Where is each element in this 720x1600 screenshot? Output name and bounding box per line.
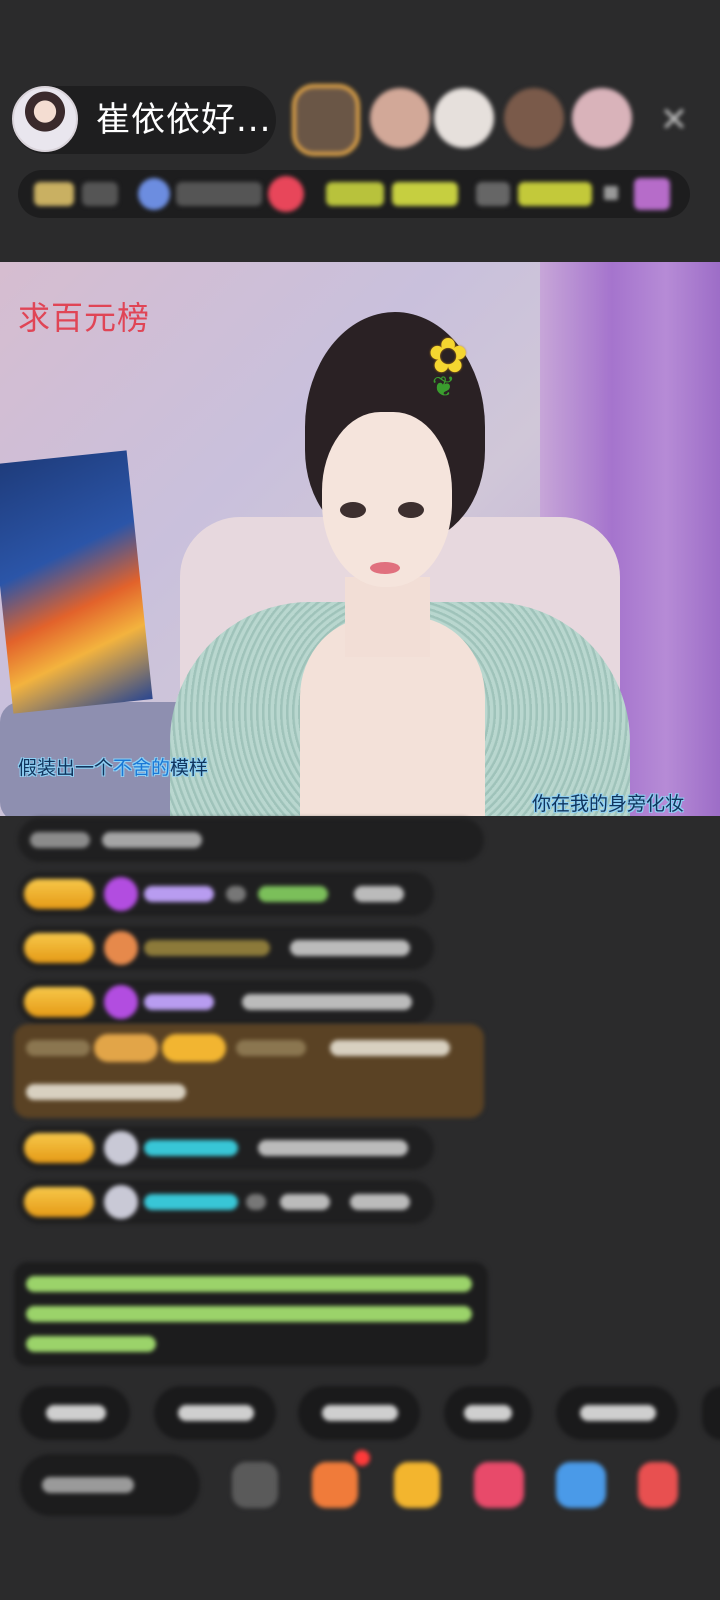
streamer-neck [345,577,430,657]
quick-chip-4[interactable] [444,1386,532,1440]
painting-background [0,450,153,714]
lyric-right: 你在我的身旁化妆 [532,793,685,815]
chat-message-6[interactable] [18,1180,434,1224]
rank-tag-1 [326,182,384,206]
top-viewer-avatar-3[interactable] [434,88,494,148]
more-icon[interactable] [232,1462,278,1508]
heart-icon[interactable] [268,176,304,212]
chat-message-5[interactable] [18,1126,434,1170]
host-name[interactable]: 崔依依好... [96,100,271,140]
video-overlay-title: 求百元榜 [18,299,151,337]
lyric-left: 假装出一个不舍的模样 [18,757,209,779]
quick-chip-1[interactable] [20,1386,130,1440]
streamer-eye-left [340,502,366,518]
close-icon[interactable]: ✕ [654,100,694,140]
rank-tag-3 [476,182,510,206]
streamer-lips [370,562,400,574]
treasure-icon[interactable] [638,1462,678,1508]
quick-chip-6[interactable] [702,1386,720,1440]
stem-sticker-icon: ❦ [432,370,456,403]
fans-tag [176,182,262,206]
top-viewer-avatar-2[interactable] [370,88,430,148]
chevron-right-icon[interactable] [604,186,618,200]
fans-icon[interactable] [138,178,170,210]
rank-tag-4 [518,182,592,206]
room-notice [14,1262,488,1366]
top-viewer-avatar-5[interactable] [572,88,632,148]
gift-icon[interactable] [394,1462,440,1508]
system-message[interactable] [14,1024,484,1118]
chat-message-1[interactable] [18,818,484,862]
chat-message-2[interactable] [18,872,434,916]
rank-tag-2 [392,182,458,206]
live-video[interactable]: ✿ ❦ [0,262,720,816]
comment-input[interactable] [20,1454,200,1516]
quick-chip-2[interactable] [154,1386,276,1440]
activity-icon[interactable] [634,178,670,210]
quick-chip-3[interactable] [298,1386,420,1440]
lips-icon[interactable] [474,1462,524,1508]
chat-message-4[interactable] [18,980,434,1024]
top-viewer-avatar-1[interactable] [292,84,360,156]
chat-message-3[interactable] [18,926,434,970]
streamer-eye-right [398,502,424,518]
level-badge [34,182,74,206]
room-tag [82,182,118,206]
streamer-face [322,412,452,587]
host-avatar[interactable] [12,86,78,152]
quick-chip-5[interactable] [556,1386,678,1440]
notification-dot [354,1450,370,1466]
top-viewer-avatar-4[interactable] [504,88,564,148]
game-icon[interactable] [556,1462,606,1508]
gift-box-icon[interactable] [312,1462,358,1508]
